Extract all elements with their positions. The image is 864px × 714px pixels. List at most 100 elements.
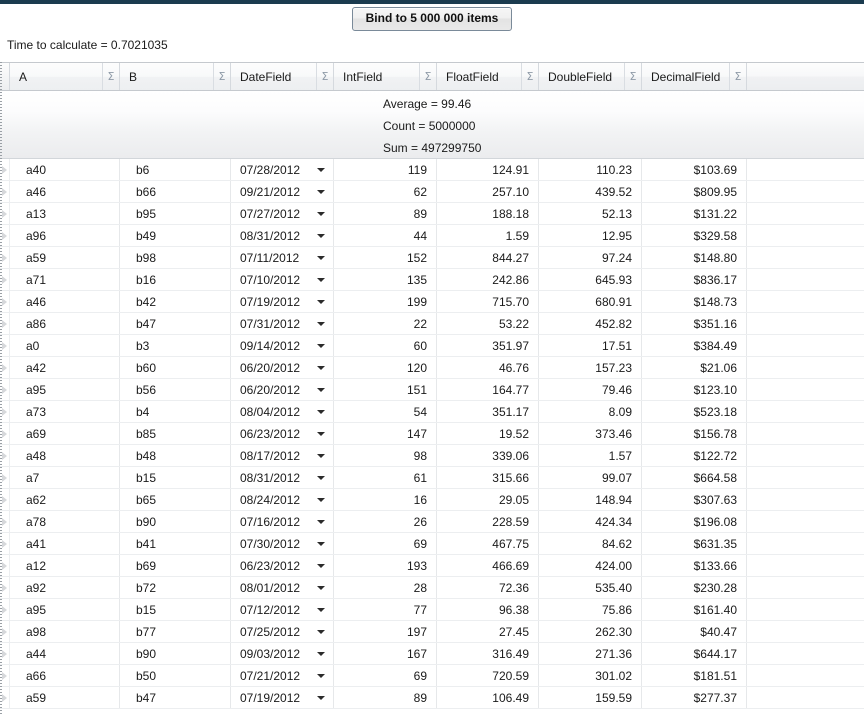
cell-intfield[interactable]: 147 bbox=[334, 423, 437, 444]
cell-decimalfield[interactable]: $836.17 bbox=[642, 269, 747, 290]
cell-doublefield[interactable]: 680.91 bbox=[539, 291, 642, 312]
chevron-down-icon[interactable] bbox=[317, 410, 325, 414]
cell-intfield[interactable]: 98 bbox=[334, 445, 437, 466]
cell-decimalfield[interactable]: $122.72 bbox=[642, 445, 747, 466]
cell-b[interactable]: b50 bbox=[120, 665, 231, 686]
chevron-down-icon[interactable] bbox=[317, 344, 325, 348]
cell-intfield[interactable]: 26 bbox=[334, 511, 437, 532]
chevron-down-icon[interactable] bbox=[317, 498, 325, 502]
cell-decimalfield[interactable]: $523.18 bbox=[642, 401, 747, 422]
cell-b[interactable]: b4 bbox=[120, 401, 231, 422]
cell-b[interactable]: b72 bbox=[120, 577, 231, 598]
cell-a[interactable]: a73 bbox=[10, 401, 120, 422]
cell-doublefield[interactable]: 1.57 bbox=[539, 445, 642, 466]
cell-a[interactable]: a86 bbox=[10, 313, 120, 334]
cell-decimalfield[interactable]: $148.73 bbox=[642, 291, 747, 312]
cell-intfield[interactable]: 69 bbox=[334, 665, 437, 686]
table-row[interactable]: a7b1508/31/201261315.6699.07$664.58 bbox=[0, 467, 864, 489]
cell-intfield[interactable]: 151 bbox=[334, 379, 437, 400]
cell-decimalfield[interactable]: $277.37 bbox=[642, 687, 747, 708]
cell-doublefield[interactable]: 8.09 bbox=[539, 401, 642, 422]
cell-floatfield[interactable]: 29.05 bbox=[437, 489, 539, 510]
chevron-down-icon[interactable] bbox=[317, 608, 325, 612]
cell-doublefield[interactable]: 148.94 bbox=[539, 489, 642, 510]
cell-doublefield[interactable]: 157.23 bbox=[539, 357, 642, 378]
cell-intfield[interactable]: 28 bbox=[334, 577, 437, 598]
cell-intfield[interactable]: 54 bbox=[334, 401, 437, 422]
cell-decimalfield[interactable]: $664.58 bbox=[642, 467, 747, 488]
chevron-down-icon[interactable] bbox=[317, 388, 325, 392]
cell-b[interactable]: b15 bbox=[120, 467, 231, 488]
cell-b[interactable]: b47 bbox=[120, 313, 231, 334]
cell-intfield[interactable]: 16 bbox=[334, 489, 437, 510]
chevron-down-icon[interactable] bbox=[317, 234, 325, 238]
cell-intfield[interactable]: 197 bbox=[334, 621, 437, 642]
cell-a[interactable]: a7 bbox=[10, 467, 120, 488]
cell-intfield[interactable]: 135 bbox=[334, 269, 437, 290]
cell-b[interactable]: b90 bbox=[120, 511, 231, 532]
cell-a[interactable]: a62 bbox=[10, 489, 120, 510]
cell-a[interactable]: a78 bbox=[10, 511, 120, 532]
table-row[interactable]: a78b9007/16/201226228.59424.34$196.08 bbox=[0, 511, 864, 533]
cell-datefield[interactable]: 07/19/2012 bbox=[231, 687, 334, 708]
table-row[interactable]: a95b5606/20/2012151164.7779.46$123.10 bbox=[0, 379, 864, 401]
cell-datefield[interactable]: 07/21/2012 bbox=[231, 665, 334, 686]
cell-a[interactable]: a12 bbox=[10, 555, 120, 576]
cell-a[interactable]: a71 bbox=[10, 269, 120, 290]
column-header-floatfield[interactable]: FloatFieldΣ bbox=[437, 63, 539, 90]
cell-floatfield[interactable]: 844.27 bbox=[437, 247, 539, 268]
cell-floatfield[interactable]: 257.10 bbox=[437, 181, 539, 202]
cell-b[interactable]: b15 bbox=[120, 599, 231, 620]
table-row[interactable]: a86b4707/31/20122253.22452.82$351.16 bbox=[0, 313, 864, 335]
cell-floatfield[interactable]: 339.06 bbox=[437, 445, 539, 466]
cell-b[interactable]: b47 bbox=[120, 687, 231, 708]
cell-a[interactable]: a96 bbox=[10, 225, 120, 246]
cell-doublefield[interactable]: 452.82 bbox=[539, 313, 642, 334]
cell-intfield[interactable]: 152 bbox=[334, 247, 437, 268]
table-row[interactable]: a40b607/28/2012119124.91110.23$103.69 bbox=[0, 159, 864, 181]
cell-intfield[interactable]: 69 bbox=[334, 533, 437, 554]
cell-floatfield[interactable]: 720.59 bbox=[437, 665, 539, 686]
chevron-down-icon[interactable] bbox=[317, 674, 325, 678]
table-row[interactable]: a12b6906/23/2012193466.69424.00$133.66 bbox=[0, 555, 864, 577]
table-row[interactable]: a41b4107/30/201269467.7584.62$631.35 bbox=[0, 533, 864, 555]
cell-doublefield[interactable]: 79.46 bbox=[539, 379, 642, 400]
chevron-down-icon[interactable] bbox=[317, 256, 325, 260]
cell-b[interactable]: b77 bbox=[120, 621, 231, 642]
cell-datefield[interactable]: 08/04/2012 bbox=[231, 401, 334, 422]
cell-doublefield[interactable]: 52.13 bbox=[539, 203, 642, 224]
cell-floatfield[interactable]: 27.45 bbox=[437, 621, 539, 642]
cell-a[interactable]: a98 bbox=[10, 621, 120, 642]
table-row[interactable]: a95b1507/12/20127796.3875.86$161.40 bbox=[0, 599, 864, 621]
cell-decimalfield[interactable]: $196.08 bbox=[642, 511, 747, 532]
sigma-aggregate-icon[interactable]: Σ bbox=[102, 63, 119, 90]
cell-decimalfield[interactable]: $329.58 bbox=[642, 225, 747, 246]
grid-rows-container[interactable]: a40b607/28/2012119124.91110.23$103.69a46… bbox=[0, 159, 864, 709]
chevron-down-icon[interactable] bbox=[317, 454, 325, 458]
cell-b[interactable]: b69 bbox=[120, 555, 231, 576]
cell-datefield[interactable]: 07/12/2012 bbox=[231, 599, 334, 620]
cell-intfield[interactable]: 89 bbox=[334, 687, 437, 708]
cell-datefield[interactable]: 08/24/2012 bbox=[231, 489, 334, 510]
cell-datefield[interactable]: 08/31/2012 bbox=[231, 467, 334, 488]
column-header-doublefield[interactable]: DoubleFieldΣ bbox=[539, 63, 642, 90]
cell-floatfield[interactable]: 53.22 bbox=[437, 313, 539, 334]
cell-decimalfield[interactable]: $103.69 bbox=[642, 159, 747, 180]
cell-a[interactable]: a44 bbox=[10, 643, 120, 664]
cell-a[interactable]: a69 bbox=[10, 423, 120, 444]
cell-b[interactable]: b48 bbox=[120, 445, 231, 466]
cell-floatfield[interactable]: 351.17 bbox=[437, 401, 539, 422]
cell-b[interactable]: b56 bbox=[120, 379, 231, 400]
table-row[interactable]: a66b5007/21/201269720.59301.02$181.51 bbox=[0, 665, 864, 687]
cell-floatfield[interactable]: 46.76 bbox=[437, 357, 539, 378]
column-header-decimalfield[interactable]: DecimalFieldΣ bbox=[642, 63, 747, 90]
cell-decimalfield[interactable]: $133.66 bbox=[642, 555, 747, 576]
cell-datefield[interactable]: 09/21/2012 bbox=[231, 181, 334, 202]
cell-floatfield[interactable]: 124.91 bbox=[437, 159, 539, 180]
cell-datefield[interactable]: 07/11/2012 bbox=[231, 247, 334, 268]
cell-doublefield[interactable]: 97.24 bbox=[539, 247, 642, 268]
cell-datefield[interactable]: 08/01/2012 bbox=[231, 577, 334, 598]
cell-b[interactable]: b49 bbox=[120, 225, 231, 246]
column-header-intfield[interactable]: IntFieldΣ bbox=[334, 63, 437, 90]
cell-doublefield[interactable]: 75.86 bbox=[539, 599, 642, 620]
